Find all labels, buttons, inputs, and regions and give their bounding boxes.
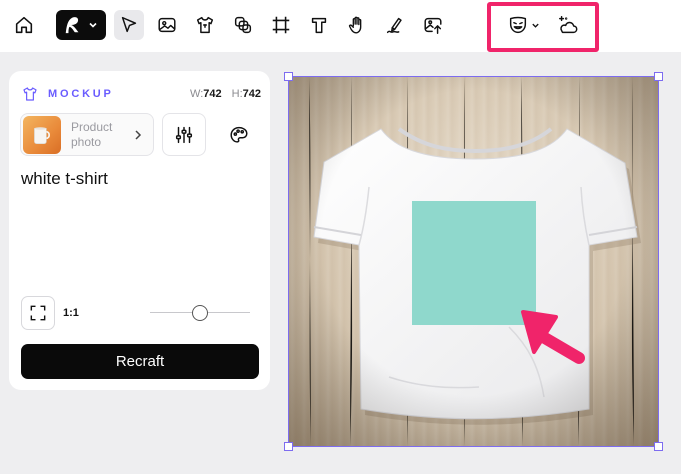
cloud-sparkle-icon [559,16,578,34]
theater-mask-icon [509,16,526,34]
select-tool-button[interactable] [114,10,144,40]
height-value: 742 [242,88,261,100]
pen-tool-button[interactable] [380,10,410,40]
style-label: Product photo [71,120,141,150]
panel-header: MOCKUP W:742 H:742 [21,85,261,103]
pen-icon [386,17,402,34]
mug-icon [34,126,51,144]
canvas-selection[interactable] [288,76,659,447]
slider-thumb[interactable] [192,305,208,321]
color-palette-button[interactable] [217,113,261,156]
image-upload-icon [424,17,442,34]
panel-title: MOCKUP [48,88,114,100]
height-label: H: [231,88,243,100]
frame-icon [272,16,290,34]
text-icon [311,17,327,34]
adjust-settings-button[interactable] [162,113,206,156]
style-label-line1: Product [71,119,113,134]
style-label-line2: photo [71,134,102,149]
width-value: 742 [203,88,222,100]
mockup-image[interactable] [289,77,658,446]
top-toolbar [0,0,681,52]
width-label: W: [190,88,204,100]
layers-tool-button[interactable] [228,10,258,40]
tshirt-photo [289,77,658,446]
palette-icon [230,126,248,143]
hand-icon [348,16,362,34]
aspect-ratio-button[interactable] [21,296,55,330]
hand-tool-button[interactable] [342,10,372,40]
export-tool-button[interactable] [418,10,448,40]
mockup-tool-button[interactable] [190,10,220,40]
aspect-ratio-label: 1:1 [63,307,79,319]
chevron-down-icon [531,23,539,28]
chevron-down-icon [89,22,97,28]
mask-menu-button[interactable] [502,10,544,40]
image-tool-button[interactable] [152,10,182,40]
aspect-ratio-icon [30,305,46,321]
dimensions-readout: W:742 H:742 [190,88,261,100]
mockup-panel: MOCKUP W:742 H:742 Product photo white t… [9,71,270,390]
brand-menu-button[interactable] [56,10,106,40]
resize-handle-top-right[interactable] [654,72,663,81]
style-selector[interactable]: Product photo [20,113,154,156]
tshirt-icon [23,87,37,101]
frame-tool-button[interactable] [266,10,296,40]
chevron-right-icon [135,130,142,140]
cursor-arrow-icon [121,16,137,33]
text-tool-button[interactable] [304,10,334,40]
home-icon [15,16,33,34]
style-thumbnail [23,115,61,154]
image-icon [158,17,176,33]
resize-handle-bottom-left[interactable] [284,442,293,451]
ai-tools-button[interactable] [553,10,583,40]
home-button[interactable] [9,10,39,40]
resize-handle-top-left[interactable] [284,72,293,81]
layers-icon [234,16,252,34]
recraft-logo-icon [65,17,79,34]
tshirt-icon [196,16,214,34]
sliders-icon [175,126,193,143]
resize-handle-bottom-right[interactable] [654,442,663,451]
recraft-button[interactable]: Recraft [21,344,259,379]
prompt-text[interactable]: white t-shirt [21,169,108,189]
